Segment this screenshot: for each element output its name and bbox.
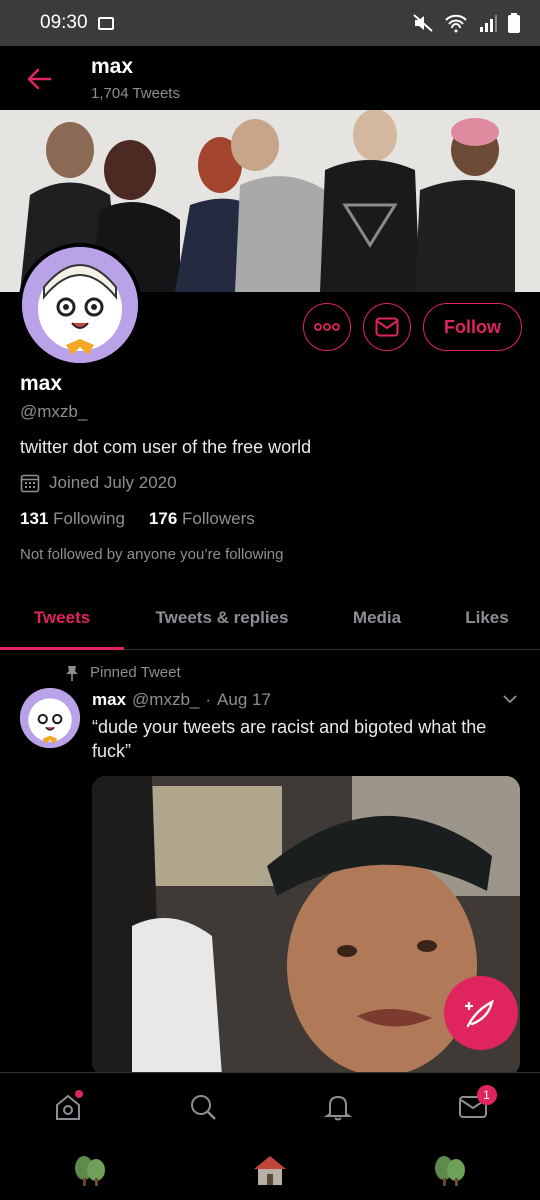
following-link[interactable]: 131 Following xyxy=(20,509,125,529)
profile-bio: twitter dot com user of the free world xyxy=(20,437,312,457)
nav-messages[interactable]: 1 xyxy=(453,1084,497,1127)
chevron-down-icon[interactable] xyxy=(502,694,518,704)
bottom-navigation: 1 xyxy=(0,1072,540,1140)
follow-stats: 131 Following 176 Followers xyxy=(20,509,255,529)
tab-tweets[interactable]: Tweets xyxy=(0,586,124,650)
tweet-author-handle: @mxzb_ xyxy=(132,690,200,709)
tweet-author-name[interactable]: max xyxy=(92,690,126,710)
feather-plus-icon xyxy=(465,999,494,1028)
header-name: max xyxy=(91,55,134,78)
profile-avatar[interactable] xyxy=(18,243,142,367)
profile-handle: @mxzb_ xyxy=(20,402,88,421)
house-icon[interactable] xyxy=(251,1152,289,1188)
mute-icon xyxy=(413,14,433,32)
tweet-avatar[interactable] xyxy=(20,688,80,748)
tree-icon[interactable] xyxy=(72,1152,108,1188)
following-count: 131 xyxy=(20,509,49,528)
tweet-header: max @mxzb_ · Aug 17 xyxy=(92,690,271,710)
battery-icon xyxy=(508,13,520,33)
profile-actions: Follow xyxy=(303,303,522,351)
followers-label: Followers xyxy=(182,509,255,528)
following-label: Following xyxy=(53,509,125,528)
envelope-icon xyxy=(375,317,399,337)
home-notification-dot xyxy=(74,1089,83,1098)
followers-count: 176 xyxy=(148,509,178,528)
header-tweet-count: 1,704 Tweets xyxy=(91,85,180,102)
compose-tweet-button[interactable] xyxy=(444,976,518,1050)
messages-badge: 1 xyxy=(476,1084,497,1105)
joined-text: Joined July 2020 xyxy=(49,473,177,492)
tweet-date: Aug 17 xyxy=(217,690,271,709)
tab-tweets-replies[interactable]: Tweets & replies xyxy=(124,586,320,649)
nav-notifications[interactable] xyxy=(318,1087,358,1127)
pin-icon xyxy=(66,665,78,681)
profile-display-name: max xyxy=(20,372,63,395)
tweet-separator: · xyxy=(205,690,212,709)
followers-link[interactable]: 176 Followers xyxy=(149,509,255,529)
system-navigation xyxy=(0,1140,540,1200)
follow-button[interactable]: Follow xyxy=(423,303,522,351)
back-arrow-icon[interactable] xyxy=(26,66,52,92)
tab-likes[interactable]: Likes xyxy=(434,586,540,649)
nav-home[interactable] xyxy=(48,1087,88,1127)
status-time: 09:30 xyxy=(40,12,88,33)
not-followed-notice: Not followed by anyone you’re following xyxy=(20,546,284,563)
tree-icon[interactable] xyxy=(432,1152,468,1188)
status-bar: 09:30 xyxy=(0,0,540,46)
nav-search[interactable] xyxy=(183,1087,223,1127)
pinned-label: Pinned Tweet xyxy=(90,664,181,681)
profile-topbar: max 1,704 Tweets xyxy=(0,46,540,110)
calendar-icon xyxy=(20,474,40,493)
more-options-button[interactable] xyxy=(303,303,351,351)
image-notification-icon xyxy=(97,16,114,30)
status-icons xyxy=(412,13,520,33)
pinned-indicator: Pinned Tweet xyxy=(66,664,181,681)
bell-icon xyxy=(323,1095,352,1120)
profile-tabs: Tweets Tweets & replies Media Likes xyxy=(0,586,540,650)
tab-media[interactable]: Media xyxy=(320,586,434,649)
joined-date: Joined July 2020 xyxy=(20,473,177,493)
more-dots-icon xyxy=(314,323,340,331)
wifi-icon xyxy=(445,14,467,33)
signal-icon xyxy=(480,15,497,32)
tweet-text: “dude your tweets are racist and bigoted… xyxy=(92,717,487,761)
message-button[interactable] xyxy=(363,303,411,351)
search-icon xyxy=(190,1094,216,1120)
